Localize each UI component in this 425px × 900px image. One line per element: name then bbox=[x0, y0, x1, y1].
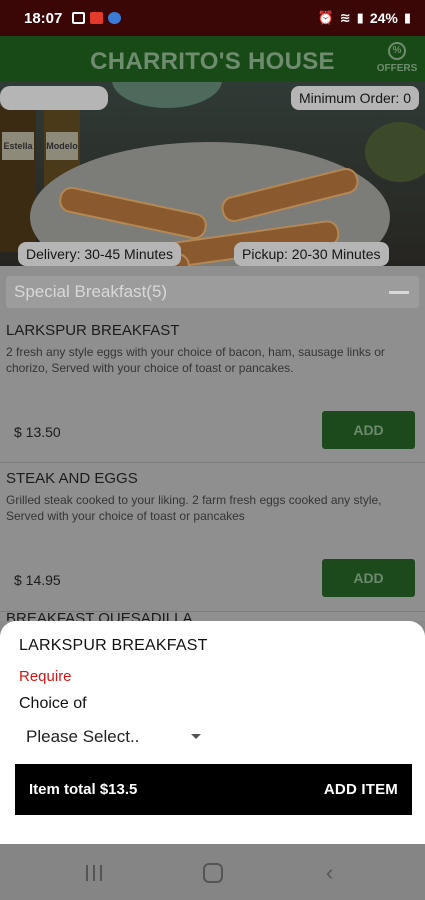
menu-item-name: STEAK AND EGGS bbox=[6, 470, 138, 487]
restaurant-info-pill bbox=[0, 86, 108, 110]
category-header[interactable]: Special Breakfast(5) bbox=[6, 276, 419, 308]
menu-item[interactable]: LARKSPUR BREAKFAST 2 fresh any style egg… bbox=[0, 316, 425, 463]
menu-item-description: Grilled steak cooked to your liking. 2 f… bbox=[6, 493, 382, 523]
item-options-sheet: LARKSPUR BREAKFAST Require Choice of Ple… bbox=[0, 621, 425, 844]
item-total-label: Item total $13.5 bbox=[29, 781, 138, 798]
menu-item-name: BREAKFAST QUESADILLA bbox=[6, 610, 193, 621]
gmail-icon bbox=[90, 12, 104, 24]
back-icon[interactable]: ‹ bbox=[326, 860, 333, 886]
add-button[interactable]: ADD bbox=[322, 411, 415, 449]
select-value: Please Select.. bbox=[26, 727, 140, 746]
add-item-button[interactable]: Item total $13.5 ADD ITEM bbox=[15, 764, 412, 815]
app-bar: CHARRITO'S HOUSE % OFFERS bbox=[0, 36, 425, 82]
beer-bottle-image: Estella bbox=[0, 102, 36, 252]
restaurant-title: CHARRITO'S HOUSE bbox=[90, 48, 335, 75]
menu-item-price: $ 13.50 bbox=[14, 424, 61, 440]
choice-label: Choice of bbox=[19, 695, 87, 712]
required-label: Require bbox=[19, 668, 72, 685]
add-button[interactable]: ADD bbox=[322, 559, 415, 597]
offers-button[interactable]: % OFFERS bbox=[375, 42, 419, 74]
signal-icon: ▮ bbox=[356, 10, 364, 25]
status-bar: 18:07 ⏰ ≋ ▮ 24% ▮ bbox=[0, 0, 425, 36]
category-title: Special Breakfast(5) bbox=[14, 282, 168, 301]
collapse-icon[interactable] bbox=[389, 291, 409, 294]
system-tray: ⏰ ≋ ▮ 24% ▮ bbox=[318, 10, 411, 26]
sheet-item-title: LARKSPUR BREAKFAST bbox=[19, 637, 208, 654]
battery-icon: ▮ bbox=[403, 10, 411, 25]
bottle-label: Estella bbox=[2, 132, 34, 160]
dropdown-arrow-icon bbox=[191, 734, 201, 739]
menu-item-description: 2 fresh any style eggs with your choice … bbox=[6, 345, 385, 375]
bottle-label: Modelo bbox=[46, 132, 78, 160]
menu-item-price: $ 14.95 bbox=[14, 572, 61, 588]
minimum-order-badge: Minimum Order: 0 bbox=[290, 86, 419, 110]
menu-list: Special Breakfast(5) LARKSPUR BREAKFAST … bbox=[0, 266, 425, 621]
status-time: 18:07 bbox=[24, 9, 63, 27]
home-icon[interactable] bbox=[203, 863, 223, 883]
recent-apps-icon[interactable] bbox=[86, 865, 104, 881]
pickup-time-badge: Pickup: 20-30 Minutes bbox=[234, 242, 389, 266]
messenger-icon bbox=[108, 12, 122, 24]
wifi-icon: ≋ bbox=[339, 10, 351, 25]
battery-percent: 24% bbox=[369, 10, 398, 26]
add-item-label: ADD ITEM bbox=[323, 781, 398, 798]
offers-label: OFFERS bbox=[376, 63, 418, 74]
menu-item[interactable]: STEAK AND EGGS Grilled steak cooked to y… bbox=[0, 464, 425, 612]
system-navigation-bar: ‹ bbox=[0, 844, 425, 900]
delivery-time-badge: Delivery: 30-45 Minutes bbox=[18, 242, 182, 266]
gallery-icon bbox=[72, 12, 86, 24]
alarm-icon: ⏰ bbox=[317, 10, 334, 25]
menu-item-name: LARKSPUR BREAKFAST bbox=[6, 322, 180, 339]
choice-select-dropdown[interactable]: Please Select.. bbox=[26, 725, 206, 749]
offers-icon: % bbox=[388, 42, 406, 60]
